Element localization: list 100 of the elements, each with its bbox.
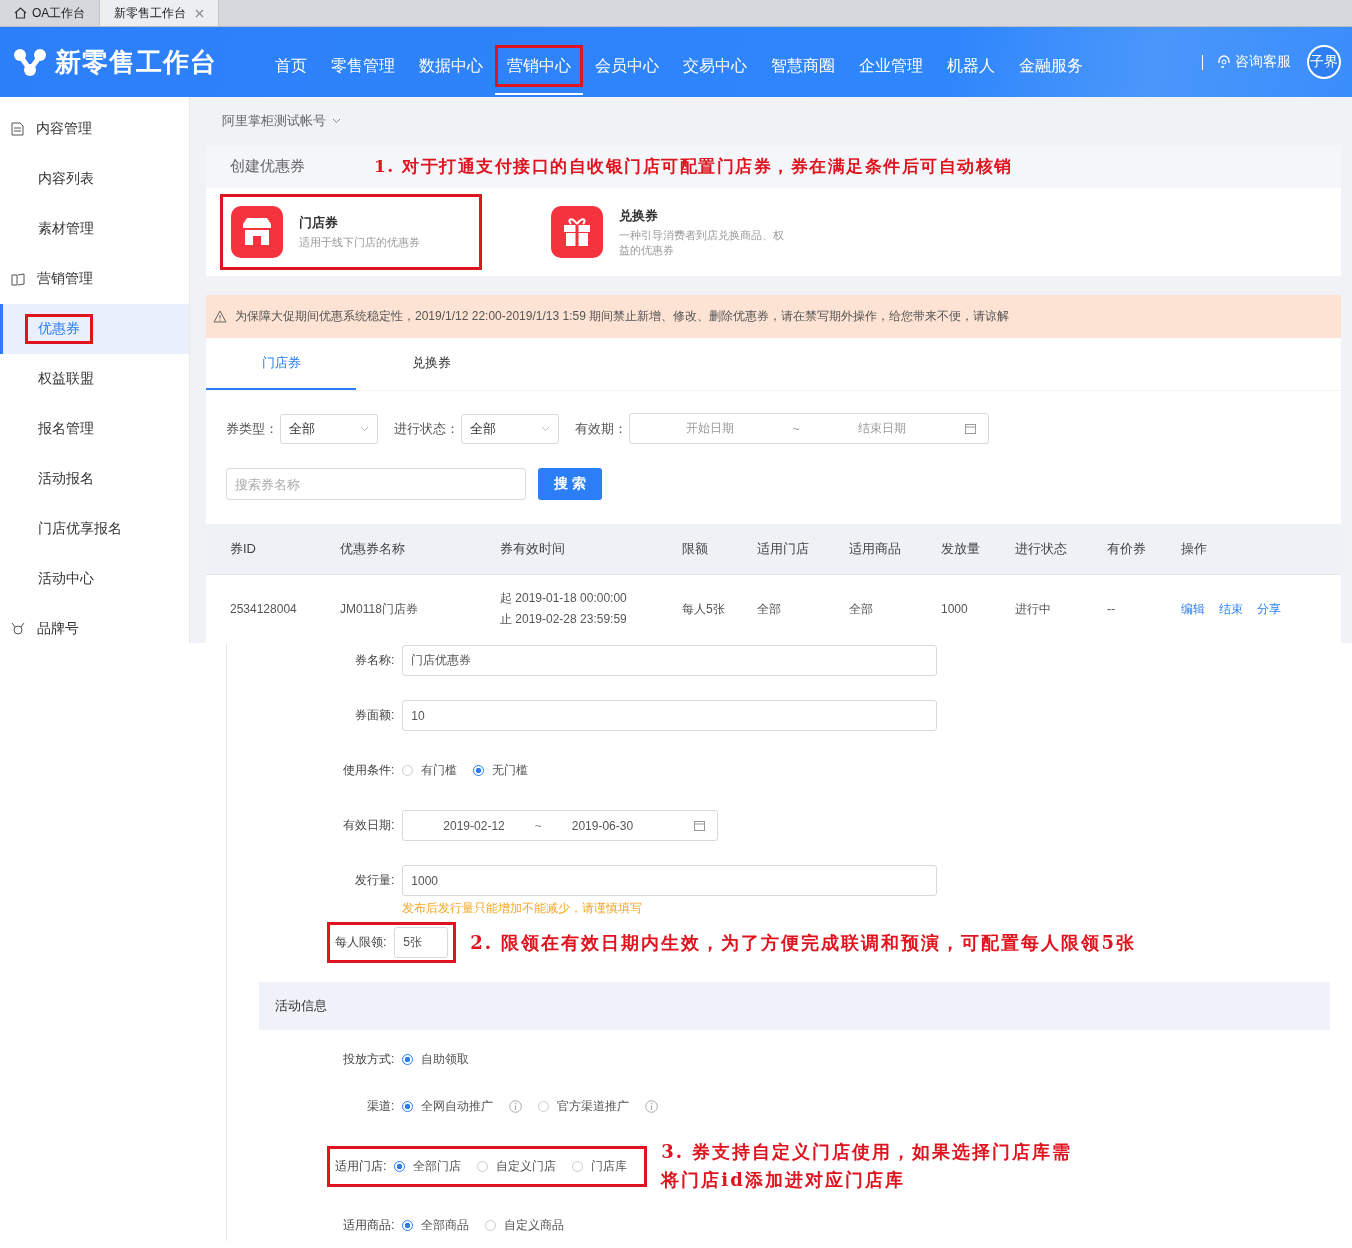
- select-field[interactable]: 全部: [461, 413, 559, 444]
- home-icon: [14, 7, 27, 19]
- field-label: 投放方式:: [343, 1051, 395, 1068]
- account-dropdown[interactable]: 阿里掌柜测试帐号: [206, 97, 1341, 145]
- input-field[interactable]: 5张: [394, 927, 449, 958]
- table-cell-text: 全部: [757, 600, 782, 618]
- sidebar-item[interactable]: 优惠券: [0, 304, 189, 354]
- sidebar-item[interactable]: 门店优享报名: [0, 504, 189, 554]
- nav-item[interactable]: 营销中心: [495, 45, 583, 95]
- table-cell-text: 起 2019-01-18 00:00:00: [500, 590, 628, 607]
- nav-item[interactable]: 零售管理: [319, 45, 407, 95]
- radio-option[interactable]: 全网自动推广: [402, 1098, 494, 1115]
- close-icon[interactable]: [195, 8, 205, 18]
- select-field[interactable]: 全部: [280, 413, 378, 444]
- date-range-field[interactable]: 2019-02-12 ~ 2019-06-30: [402, 810, 719, 841]
- column-header: 优惠券名称: [340, 540, 406, 558]
- column-header: 适用门店: [757, 540, 810, 558]
- field-label: 券名称:: [355, 652, 395, 669]
- column-header: 券ID: [230, 540, 257, 558]
- field-label: 每人限领:: [335, 934, 387, 951]
- sidebar-item[interactable]: 报名管理: [0, 404, 189, 454]
- browser-tab[interactable]: 新零售工作台: [100, 0, 220, 26]
- field-label: 使用条件:: [343, 762, 395, 779]
- radio-option[interactable]: 门店库: [572, 1157, 628, 1175]
- card-title: 创建优惠券: [230, 157, 306, 176]
- sidebar-group[interactable]: 内容管理: [0, 104, 189, 154]
- table-cell-text: 2534128004: [230, 602, 298, 616]
- annotation-text: 2. 限领在有效日期内生效，为了方便完成联调和预演，可配置每人限领5张: [470, 930, 1136, 955]
- info-icon[interactable]: [645, 1100, 659, 1113]
- sidebar-item[interactable]: 活动报名: [0, 454, 189, 504]
- nav-item[interactable]: 会员中心: [583, 45, 671, 95]
- nav-item[interactable]: 数据中心: [407, 45, 495, 95]
- headset-icon: [1217, 55, 1231, 69]
- coupon-type-option[interactable]: 兑换券 一种引导消费者到店兑换商品、权益的优惠券: [540, 194, 802, 270]
- sidebar-group[interactable]: 品牌号: [0, 604, 189, 654]
- info-icon[interactable]: [509, 1100, 523, 1113]
- radio-option[interactable]: 全部商品: [402, 1217, 470, 1234]
- annotation-text: 3. 券支持自定义门店使用，如果选择门店库需: [661, 1140, 1073, 1164]
- book-icon: [11, 272, 25, 286]
- chevron-down-icon: [332, 118, 341, 124]
- field-label: 有效日期:: [343, 817, 395, 834]
- search-field[interactable]: 搜索券名称: [226, 468, 526, 500]
- warning-icon: [213, 310, 227, 323]
- nav-item[interactable]: 交易中心: [671, 45, 759, 95]
- column-header: 操作: [1181, 540, 1208, 558]
- section-title: 活动信息: [275, 997, 327, 1015]
- column-header: 进行状态: [1015, 540, 1068, 558]
- action-link[interactable]: 编辑: [1181, 600, 1205, 618]
- sidebar-group[interactable]: 营销管理: [0, 254, 189, 304]
- nav-item[interactable]: 首页: [263, 45, 319, 95]
- sidebar-item[interactable]: 活动中心: [0, 554, 189, 604]
- table-cell-text: 1000: [941, 602, 969, 616]
- calendar-icon: [965, 423, 976, 434]
- chevron-down-icon: [541, 425, 550, 432]
- radio-option[interactable]: 无门槛: [473, 762, 529, 779]
- table-cell-text: 每人5张: [682, 600, 726, 618]
- radio-option[interactable]: 自定义门店: [477, 1157, 557, 1175]
- input-field[interactable]: 10: [402, 700, 938, 731]
- calendar-icon: [694, 820, 706, 831]
- field-label: 券面额:: [355, 707, 395, 724]
- table-cell-text: --: [1107, 602, 1116, 616]
- annotation-text: 将门店id添加进对应门店库: [661, 1168, 906, 1192]
- sidebar-item[interactable]: 素材管理: [0, 204, 189, 254]
- action-link[interactable]: 分享: [1257, 600, 1281, 618]
- field-label: 发行量:: [355, 872, 395, 889]
- radio-option[interactable]: 全部门店: [394, 1157, 462, 1175]
- filter-label: 进行状态：: [394, 419, 459, 438]
- action-link[interactable]: 结束: [1219, 600, 1243, 618]
- filter-label: 券类型：: [226, 419, 278, 438]
- input-field[interactable]: 门店优惠券: [402, 645, 938, 676]
- radio-option[interactable]: 自助领取: [402, 1051, 470, 1068]
- user-avatar[interactable]: 子界: [1307, 45, 1341, 79]
- sidebar-item[interactable]: 内容列表: [0, 154, 189, 204]
- nav-item[interactable]: 企业管理: [847, 45, 935, 95]
- option-title: 门店券: [299, 214, 339, 232]
- field-label: 适用门店:: [335, 1157, 387, 1175]
- search-button[interactable]: 搜 索: [538, 468, 602, 500]
- filter-label: 有效期：: [575, 419, 627, 438]
- app-title: 新零售工作台: [55, 45, 217, 79]
- gift-icon: [551, 206, 603, 258]
- column-header: 券有效时间: [500, 540, 566, 558]
- coupon-type-option[interactable]: 门店券 适用于线下门店的优惠券: [220, 194, 482, 270]
- input-field[interactable]: 1000: [402, 865, 938, 896]
- column-header: 发放量: [941, 540, 981, 558]
- tab[interactable]: 兑换券: [356, 338, 506, 390]
- column-header: 有价券: [1107, 540, 1147, 558]
- annotation-text: 1. 对于打通支付接口的自收银门店可配置门店券，券在满足条件后可自动核销: [374, 155, 1013, 178]
- badge-icon: [11, 622, 25, 636]
- field-label: 渠道:: [367, 1098, 395, 1115]
- radio-option[interactable]: 官方渠道推广: [538, 1098, 630, 1115]
- tab[interactable]: 门店券: [206, 338, 356, 390]
- radio-option[interactable]: 自定义商品: [485, 1217, 565, 1234]
- nav-item[interactable]: 智慧商圈: [759, 45, 847, 95]
- logo-icon: [13, 47, 47, 77]
- column-header: 适用商品: [849, 540, 902, 558]
- notice-text: 为保障大促期间优惠系统稳定性，2019/1/12 22:00-2019/1/13 1:59 期间禁止新增、修改、删除优惠券，请在禁写期外操作，给您带来不便，请谅解: [235, 308, 1010, 325]
- sidebar-item[interactable]: 权益联盟: [0, 354, 189, 404]
- option-title: 兑换券: [619, 206, 659, 225]
- table-cell-text: 止 2019-02-28 23:59:59: [500, 611, 628, 628]
- radio-option[interactable]: 有门槛: [402, 762, 458, 779]
